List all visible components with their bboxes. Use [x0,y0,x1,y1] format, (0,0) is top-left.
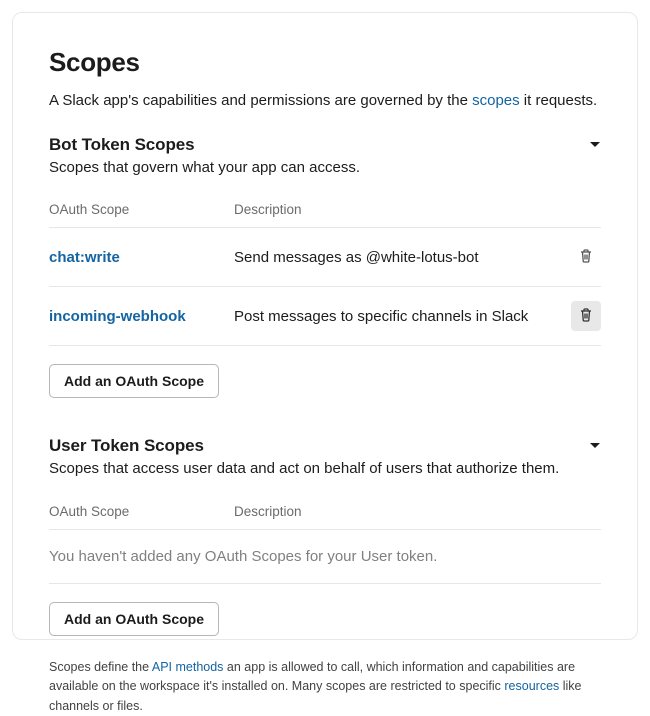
chevron-down-icon [589,442,601,450]
intro-after: it requests. [520,92,598,109]
col-header-scope: OAuth Scope [49,504,234,519]
api-methods-link[interactable]: API methods [152,660,224,674]
bot-scopes-subtitle: Scopes that govern what your app can acc… [49,157,601,179]
user-scopes-title: User Token Scopes [49,436,204,456]
bot-scopes-title: Bot Token Scopes [49,135,194,155]
scope-description: Post messages to specific channels in Sl… [234,308,565,325]
user-table-header: OAuth Scope Description [49,498,601,530]
table-row: incoming-webhook Post messages to specif… [49,287,601,346]
col-header-description: Description [234,202,565,217]
trash-icon [578,307,594,326]
add-user-scope-button[interactable]: Add an OAuth Scope [49,602,219,636]
scope-link[interactable]: chat:write [49,249,120,266]
scopes-card: Scopes A Slack app's capabilities and pe… [12,12,638,640]
user-scopes-empty: You haven't added any OAuth Scopes for y… [49,530,601,583]
chevron-down-icon [589,141,601,149]
footnote: Scopes define the API methods an app is … [49,658,601,716]
table-row: chat:write Send messages as @white-lotus… [49,228,601,287]
resources-link[interactable]: resources [504,679,559,693]
add-bot-scope-button[interactable]: Add an OAuth Scope [49,364,219,398]
user-scopes-subtitle: Scopes that access user data and act on … [49,458,601,480]
intro-before: A Slack app's capabilities and permissio… [49,92,472,109]
col-header-scope: OAuth Scope [49,202,234,217]
trash-icon [578,248,594,267]
footnote-text: Scopes define the [49,660,152,674]
user-scopes-header[interactable]: User Token Scopes [49,436,601,456]
bot-scopes-header[interactable]: Bot Token Scopes [49,135,601,155]
bot-table-header: OAuth Scope Description [49,196,601,228]
delete-scope-button[interactable] [571,301,601,331]
intro-text: A Slack app's capabilities and permissio… [49,90,601,113]
scope-link[interactable]: incoming-webhook [49,308,186,325]
divider [49,583,601,584]
delete-scope-button[interactable] [571,242,601,272]
scopes-link[interactable]: scopes [472,92,520,109]
col-header-description: Description [234,504,565,519]
scope-description: Send messages as @white-lotus-bot [234,249,565,266]
page-title: Scopes [49,47,601,78]
